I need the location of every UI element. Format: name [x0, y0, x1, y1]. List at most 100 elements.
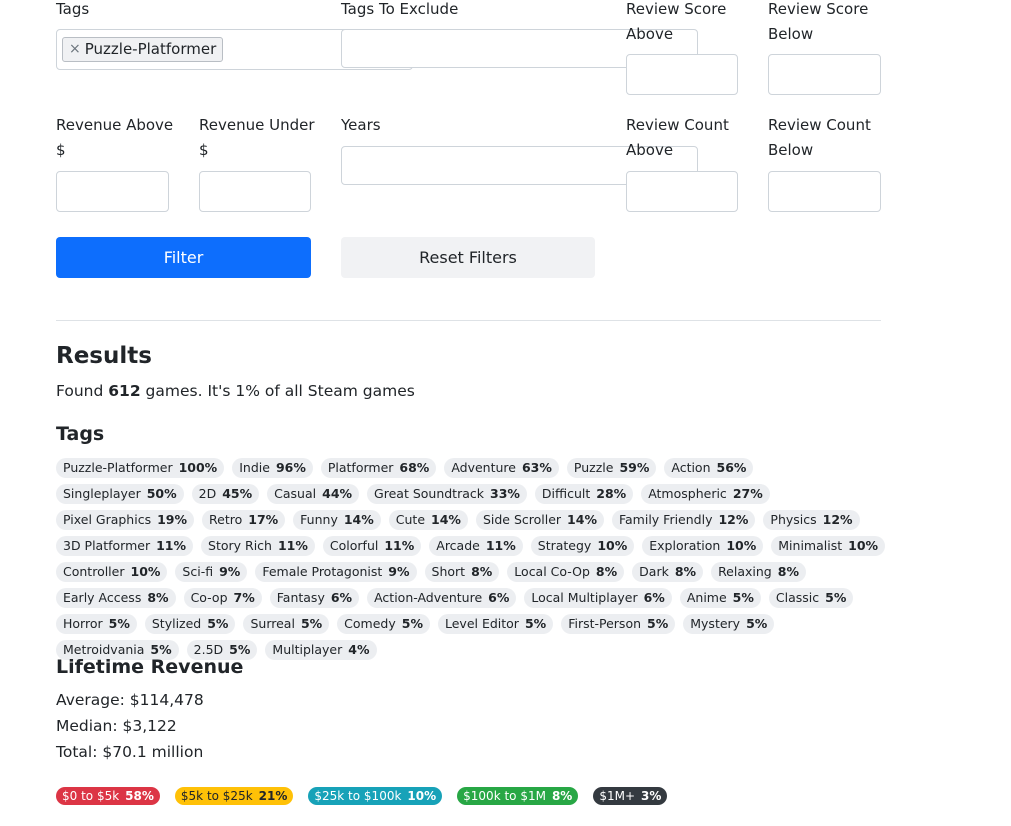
- tag-pill[interactable]: Level Editor 5%: [437, 614, 554, 634]
- tag-percent: 12%: [718, 512, 749, 527]
- review-score-below-input[interactable]: [768, 54, 881, 95]
- tag-pill[interactable]: Colorful 11%: [322, 536, 422, 556]
- tag-pill[interactable]: Retro 17%: [202, 510, 286, 530]
- tag-pill[interactable]: Surreal 5%: [243, 614, 330, 634]
- tag-name: Platformer: [327, 460, 394, 475]
- tag-pill[interactable]: Dark 8%: [632, 562, 704, 582]
- tag-pill[interactable]: Fantasy 6%: [269, 588, 360, 608]
- review-count-below-label: Review Count Below: [768, 116, 871, 159]
- review-score-above-input[interactable]: [626, 54, 738, 95]
- tag-pill[interactable]: Singleplayer 50%: [56, 484, 184, 504]
- tag-percent: 50%: [146, 486, 177, 501]
- tag-percent: 10%: [130, 564, 161, 579]
- tag-pill[interactable]: 3D Platformer 11%: [56, 536, 194, 556]
- tag-name: Horror: [63, 616, 103, 631]
- tag-percent: 14%: [343, 512, 374, 527]
- tag-name: Strategy: [537, 538, 592, 553]
- revenue-bucket-badge: $1M+ 3%: [593, 787, 668, 805]
- tag-pill[interactable]: Short 8%: [424, 562, 500, 582]
- tag-chip-label: Puzzle-Platformer: [84, 40, 217, 58]
- tag-pill[interactable]: Physics 12%: [763, 510, 860, 530]
- tag-pill[interactable]: Difficult 28%: [534, 484, 634, 504]
- tag-pill[interactable]: Funny 14%: [293, 510, 381, 530]
- tag-percent: 5%: [647, 616, 669, 631]
- revenue-median: Median: $3,122: [56, 717, 177, 735]
- tag-pill[interactable]: Controller 10%: [56, 562, 168, 582]
- tag-pill[interactable]: Side Scroller 14%: [475, 510, 604, 530]
- review-count-below-input[interactable]: [768, 171, 881, 212]
- tag-pill[interactable]: Puzzle-Platformer 100%: [56, 458, 225, 478]
- tag-pill[interactable]: Strategy 10%: [530, 536, 635, 556]
- tag-percent: 14%: [567, 512, 597, 527]
- tag-percent: 100%: [178, 460, 218, 475]
- tag-pill[interactable]: Casual 44%: [267, 484, 360, 504]
- tag-percent: 19%: [157, 512, 188, 527]
- filter-button[interactable]: Filter: [56, 237, 311, 278]
- tag-pill[interactable]: Family Friendly 12%: [611, 510, 756, 530]
- tag-pill[interactable]: Anime 5%: [679, 588, 761, 608]
- tag-pill[interactable]: Female Protagonist 9%: [255, 562, 417, 582]
- tag-name: Atmospheric: [648, 486, 727, 501]
- tag-pill[interactable]: Comedy 5%: [337, 614, 430, 634]
- bucket-label: $0 to $5k: [62, 789, 120, 803]
- chip-remove-icon[interactable]: ×: [69, 38, 81, 61]
- tag-name: Cute: [395, 512, 426, 527]
- tag-percent: 9%: [219, 564, 241, 579]
- tag-percent: 56%: [716, 460, 747, 475]
- tag-name: Arcade: [436, 538, 480, 553]
- tag-pill[interactable]: Cute 14%: [388, 510, 468, 530]
- tag-pill[interactable]: Classic 5%: [768, 588, 854, 608]
- tag-pill[interactable]: Early Access 8%: [56, 588, 176, 608]
- tag-pill[interactable]: Pixel Graphics 19%: [56, 510, 195, 530]
- tag-percent: 5%: [207, 616, 229, 631]
- tag-pill[interactable]: Co-op 7%: [183, 588, 262, 608]
- divider: [56, 320, 881, 321]
- tag-pill[interactable]: Local Co-Op 8%: [507, 562, 625, 582]
- tag-name: Colorful: [329, 538, 379, 553]
- tag-pill[interactable]: Exploration 10%: [642, 536, 764, 556]
- bucket-label: $5k to $25k: [180, 789, 253, 803]
- tag-name: Puzzle: [573, 460, 614, 475]
- tag-pill[interactable]: Action-Adventure 6%: [367, 588, 517, 608]
- revenue-total: Total: $70.1 million: [56, 743, 204, 761]
- tag-name: Exploration: [649, 538, 721, 553]
- tag-pill[interactable]: Sci-fi 9%: [175, 562, 248, 582]
- tag-name: Anime: [686, 590, 727, 605]
- tag-pill[interactable]: Relaxing 8%: [711, 562, 806, 582]
- tag-pill[interactable]: Atmospheric 27%: [641, 484, 770, 504]
- tag-pill[interactable]: Great Soundtrack 33%: [367, 484, 527, 504]
- tag-pill[interactable]: Story Rich 11%: [201, 536, 315, 556]
- revenue-bucket-badge: $0 to $5k 58%: [56, 787, 160, 805]
- results-heading: Results: [56, 343, 152, 369]
- tag-name: Adventure: [451, 460, 516, 475]
- tag-pill[interactable]: Horror 5%: [56, 614, 137, 634]
- tags-heading: Tags: [56, 423, 105, 445]
- bucket-percent: 8%: [551, 789, 573, 803]
- tag-name: Early Access: [63, 590, 142, 605]
- tag-pill[interactable]: First-Person 5%: [561, 614, 676, 634]
- tag-pill[interactable]: Indie 96%: [232, 458, 313, 478]
- tag-pill[interactable]: Puzzle 59%: [566, 458, 657, 478]
- revenue-under-input[interactable]: [199, 171, 311, 212]
- revenue-above-input[interactable]: [56, 171, 169, 212]
- tag-percent: 6%: [488, 590, 510, 605]
- tag-pill[interactable]: Multiplayer 4%: [265, 640, 377, 660]
- tag-pill[interactable]: Action 56%: [664, 458, 754, 478]
- tag-percent: 5%: [401, 616, 423, 631]
- tag-pill[interactable]: Adventure 63%: [444, 458, 559, 478]
- found-count: 612: [108, 382, 141, 400]
- tag-pill[interactable]: Stylized 5%: [144, 614, 236, 634]
- tag-percent: 5%: [746, 616, 768, 631]
- tag-pill[interactable]: 2D 45%: [191, 484, 260, 504]
- revenue-buckets: $0 to $5k 58% $5k to $25k 21% $25k to $100k 1…: [56, 787, 668, 805]
- tag-pill[interactable]: Minimalist 10%: [771, 536, 886, 556]
- review-count-above-input[interactable]: [626, 171, 738, 212]
- tag-pill[interactable]: Arcade 11%: [429, 536, 523, 556]
- tag-pill[interactable]: Local Multiplayer 6%: [524, 588, 672, 608]
- tag-name: Female Protagonist: [262, 564, 383, 579]
- years-label: Years: [341, 116, 381, 134]
- tag-pill[interactable]: Platformer 68%: [320, 458, 437, 478]
- reset-filters-button[interactable]: Reset Filters: [341, 237, 595, 278]
- bucket-percent: 3%: [641, 789, 662, 803]
- tag-pill[interactable]: Mystery 5%: [683, 614, 775, 634]
